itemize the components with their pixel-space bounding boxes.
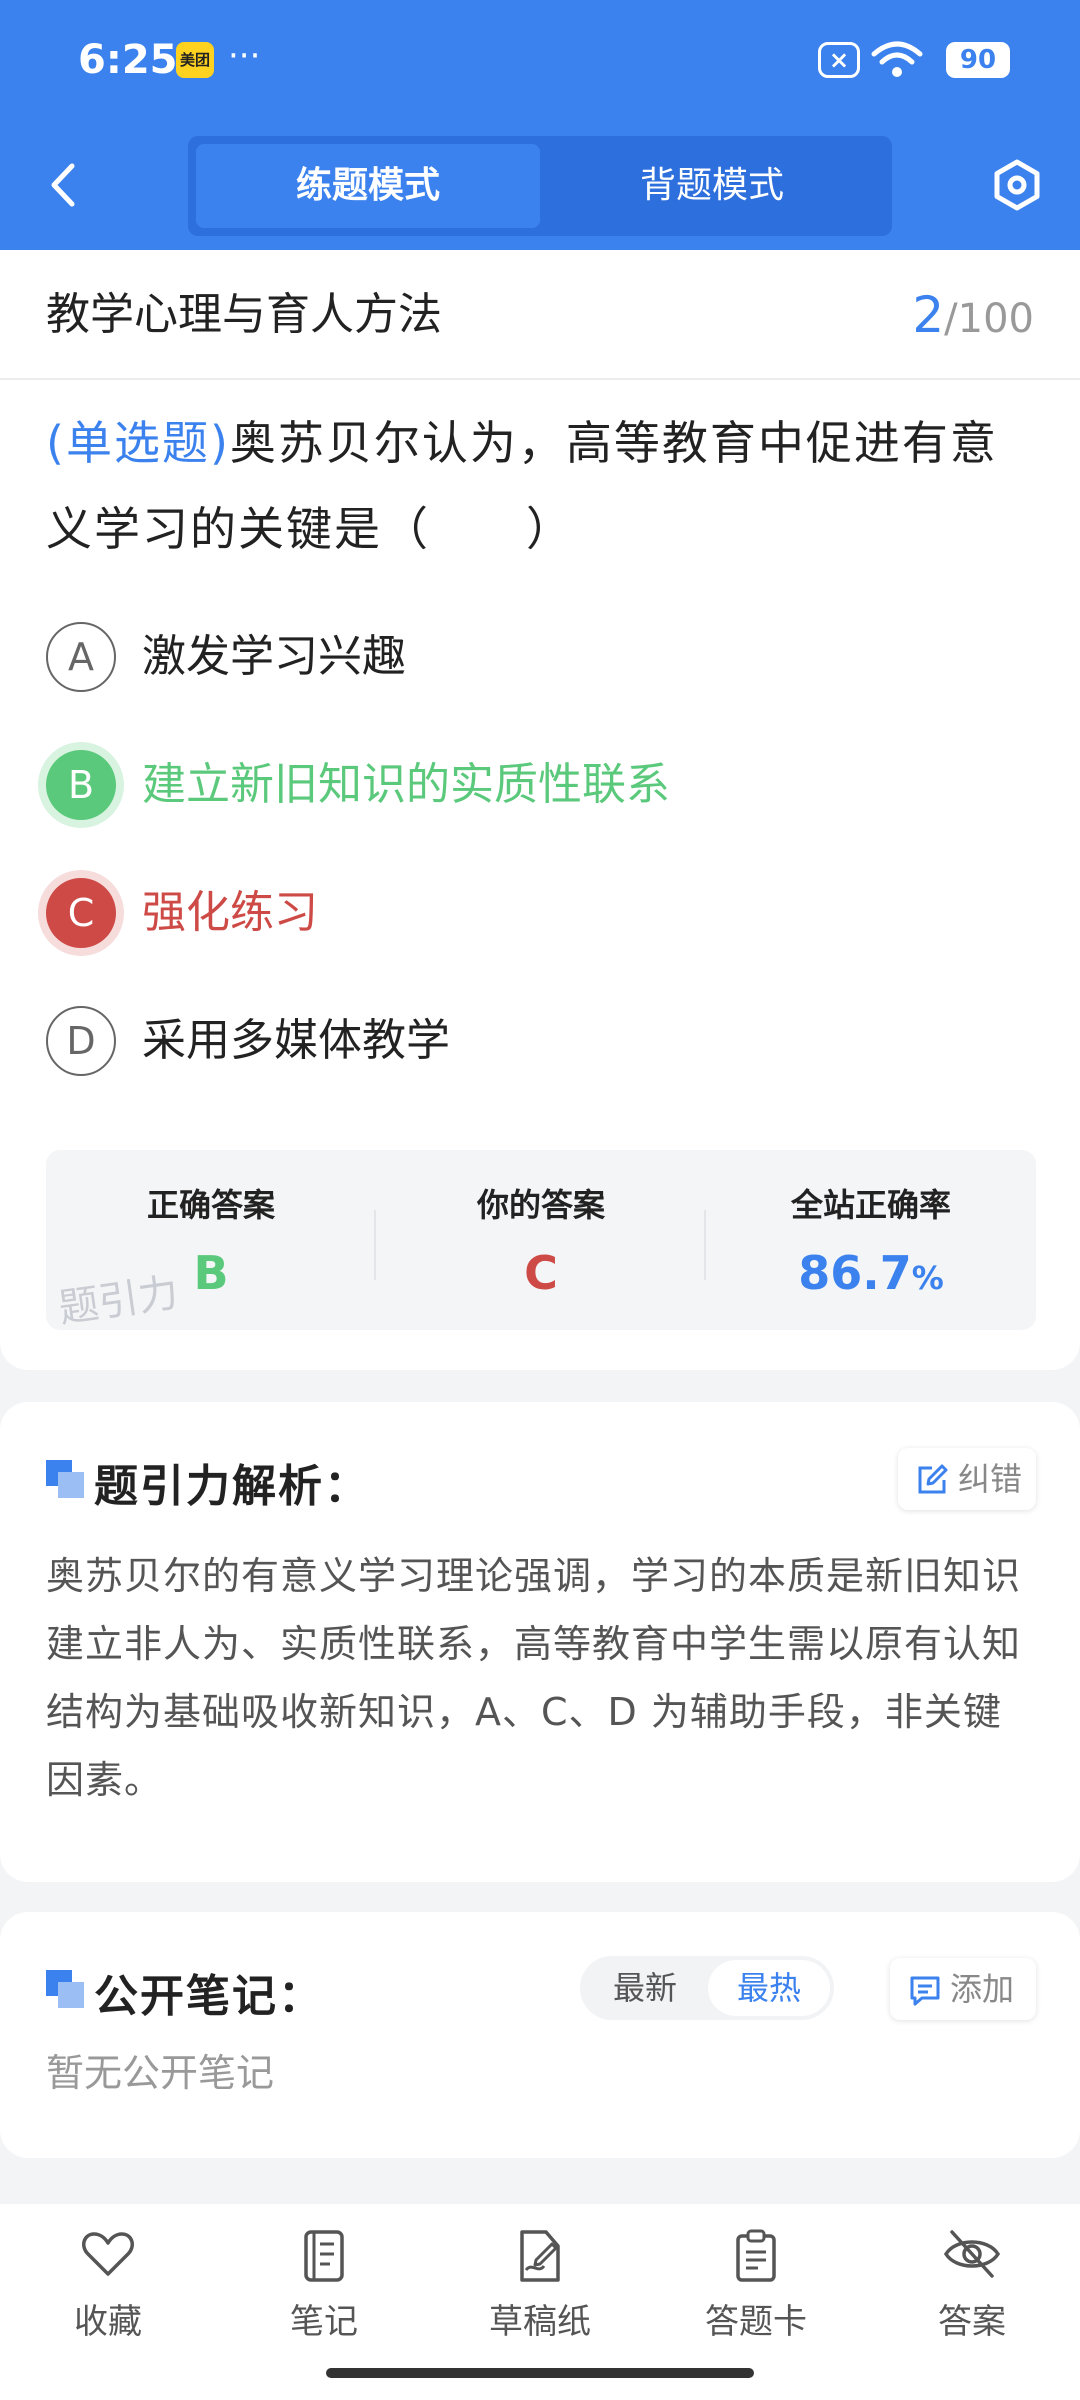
- subject-title: 教学心理与育人方法: [46, 289, 442, 340]
- option-d[interactable]: D 采用多媒体教学: [46, 1000, 1036, 1080]
- nav-draft[interactable]: 草稿纸: [460, 2228, 620, 2358]
- more-notifications-icon: ···: [228, 36, 261, 76]
- progress-total: /100: [944, 296, 1034, 342]
- your-answer-value: C: [524, 1246, 558, 1300]
- option-c[interactable]: C 强化练习: [46, 872, 1036, 952]
- site-accuracy-label: 全站正确率: [790, 1186, 951, 1224]
- site-accuracy: 全站正确率 86.7%: [706, 1150, 1036, 1330]
- empty-notes-text: 暂无公开笔记: [46, 2051, 275, 2095]
- notebook-icon: [304, 2230, 344, 2282]
- add-note-label: 添加: [950, 1970, 1015, 2008]
- option-text: 采用多媒体教学: [142, 1015, 450, 1066]
- nav-answer-sheet[interactable]: 答题卡: [676, 2228, 836, 2358]
- section-squares-icon: [46, 1970, 84, 2008]
- progress-current: 2: [912, 286, 945, 344]
- no-sim-icon: ×: [818, 42, 860, 78]
- option-text: 强化练习: [142, 887, 318, 938]
- notes-sort-toggle: 最新 最热: [580, 1956, 834, 2020]
- question-type: (单选题): [46, 416, 230, 470]
- settings-hexagon-icon[interactable]: [990, 158, 1044, 212]
- nav-draft-label: 草稿纸: [489, 2302, 591, 2342]
- nav-favorite-label: 收藏: [74, 2302, 142, 2342]
- rate-number: 86.7: [798, 1246, 912, 1300]
- analysis-title: 题引力解析：: [94, 1461, 370, 1512]
- mode-switch: 练题模式 背题模式: [188, 136, 892, 236]
- correct-answer-label: 正确答案: [146, 1186, 275, 1224]
- option-text: 建立新旧知识的实质性联系: [142, 759, 670, 810]
- subject-bar: 教学心理与育人方法 2/100: [0, 250, 1080, 380]
- eye-off-icon: [944, 2230, 1000, 2278]
- question-stem: (单选题)奥苏贝尔认为，高等教育中促进有意义学习的关键是（ ）: [46, 400, 1036, 572]
- tab-practice-mode[interactable]: 练题模式: [196, 144, 540, 228]
- status-time: 6:25: [78, 37, 178, 83]
- public-notes-card: 公开笔记： 最新 最热 添加 暂无公开笔记: [0, 1912, 1080, 2158]
- your-answer: 你的答案 C: [376, 1150, 706, 1330]
- option-letter: C: [46, 878, 116, 948]
- nav-notes-label: 笔记: [290, 2302, 358, 2342]
- option-b[interactable]: B 建立新旧知识的实质性联系: [46, 744, 1036, 824]
- question-card: 教学心理与育人方法 2/100 (单选题)奥苏贝尔认为，高等教育中促进有意义学习…: [0, 250, 1080, 1370]
- home-indicator[interactable]: [326, 2368, 754, 2378]
- nav-answer-sheet-label: 答题卡: [705, 2302, 807, 2342]
- your-answer-label: 你的答案: [476, 1186, 605, 1224]
- report-error-button[interactable]: 纠错: [898, 1448, 1036, 1510]
- wifi-icon: [871, 41, 923, 77]
- option-a[interactable]: A 激发学习兴趣: [46, 616, 1036, 696]
- question-progress[interactable]: 2/100: [912, 250, 1034, 384]
- heart-icon: [82, 2232, 134, 2276]
- site-accuracy-value: 86.7%: [706, 1246, 1036, 1300]
- option-text: 激发学习兴趣: [142, 631, 406, 682]
- nav-favorite[interactable]: 收藏: [28, 2228, 188, 2358]
- clipboard-icon: [736, 2229, 776, 2282]
- answer-summary: 正确答案 B 你的答案 C 全站正确率 86.7% 题引力: [46, 1150, 1036, 1330]
- notes-title: 公开笔记：: [94, 1971, 324, 2022]
- tab-memorize-mode[interactable]: 背题模式: [540, 144, 884, 228]
- nav-answer[interactable]: 答案: [892, 2228, 1052, 2358]
- section-squares-icon: [46, 1460, 84, 1498]
- option-letter: B: [46, 750, 116, 820]
- comment-icon: [910, 1976, 940, 2006]
- sort-hottest[interactable]: 最热: [708, 1960, 830, 2016]
- status-bar: 6:25 美团 ··· × 90: [78, 30, 1010, 90]
- meituan-notification-icon: 美团: [176, 42, 214, 78]
- battery-level: 90: [946, 42, 1010, 78]
- edit-icon: [918, 1464, 948, 1494]
- sort-latest[interactable]: 最新: [584, 1960, 706, 2016]
- nav-answer-label: 答案: [938, 2302, 1006, 2342]
- back-arrow-icon[interactable]: [44, 160, 84, 210]
- add-note-button[interactable]: 添加: [890, 1958, 1036, 2020]
- analysis-card: 题引力解析： 纠错 奥苏贝尔的有意义学习理论强调，学习的本质是新旧知识建立非人为…: [0, 1402, 1080, 1882]
- draft-pen-icon: [520, 2230, 560, 2282]
- app-header: 6:25 美团 ··· × 90 练题模式 背题模式: [0, 0, 1080, 250]
- nav-notes[interactable]: 笔记: [244, 2228, 404, 2358]
- rate-unit: %: [911, 1259, 944, 1297]
- option-letter: D: [46, 1006, 116, 1076]
- report-error-label: 纠错: [958, 1460, 1023, 1498]
- option-letter: A: [46, 622, 116, 692]
- analysis-text: 奥苏贝尔的有意义学习理论强调，学习的本质是新旧知识建立非人为、实质性联系，高等教…: [46, 1554, 1022, 1802]
